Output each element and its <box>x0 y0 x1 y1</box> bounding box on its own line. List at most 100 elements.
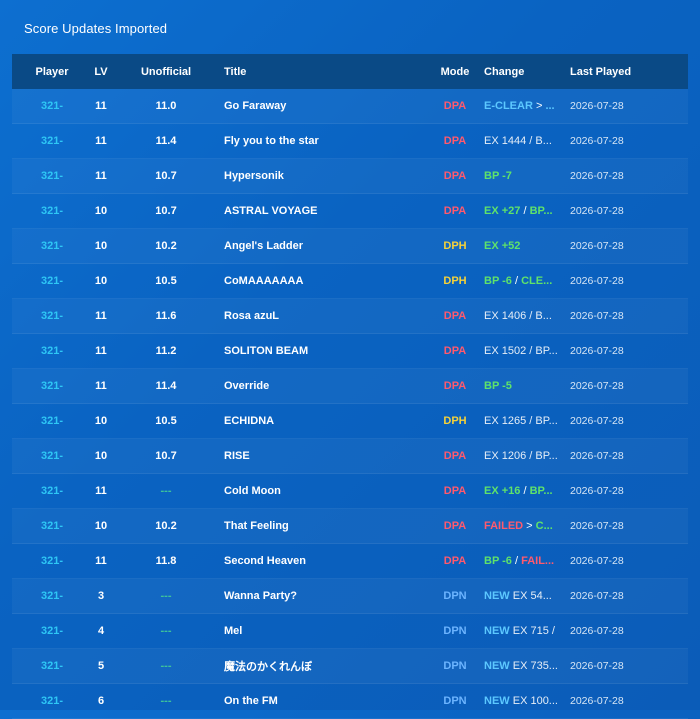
song-title[interactable]: Rosa azuL <box>222 310 434 322</box>
unofficial-level-cell: 10.7 <box>155 170 177 182</box>
change-cell: EX +16 / BP... <box>476 485 562 497</box>
table-row[interactable]: 321- 11 11.0 Go Faraway DPA E-CLEAR > ... 2026… <box>12 89 688 124</box>
table-row[interactable]: 321- 10 10.2 Angel's Ladder DPH EX +52 2026-07… <box>12 229 688 264</box>
song-title[interactable]: That Feeling <box>222 520 434 532</box>
player-link[interactable]: 321- <box>12 590 92 602</box>
change-segment: / <box>520 205 530 217</box>
table-row[interactable]: 321- 10 10.7 RISE DPA EX 1206 / BP... 2026-07-… <box>12 439 688 474</box>
level-cell: 11 <box>95 485 107 497</box>
player-link[interactable]: 321- <box>12 205 92 217</box>
table-row[interactable]: 321- 11 11.4 Fly you to the star DPA EX 1444 … <box>12 124 688 159</box>
change-cell: NEW EX 100... <box>476 695 562 707</box>
song-title[interactable]: Second Heaven <box>222 555 434 567</box>
player-link[interactable]: 321- <box>12 660 92 672</box>
player-link[interactable]: 321- <box>12 345 92 357</box>
unofficial-level-cell: --- <box>160 660 172 672</box>
song-title[interactable]: Go Faraway <box>222 100 434 112</box>
table-row[interactable]: 321- 11 --- Cold Moon DPA EX +16 / BP... 2026-… <box>12 474 688 509</box>
change-segment: > <box>523 520 536 532</box>
table-row[interactable]: 321- 11 10.7 Hypersonik DPA BP -7 2026-07-28 <box>12 159 688 194</box>
player-link[interactable]: 321- <box>12 555 92 567</box>
song-title[interactable]: Mel <box>222 625 434 637</box>
unofficial-level-cell: --- <box>160 625 172 637</box>
change-segment: E-CLEAR <box>484 100 533 112</box>
song-title[interactable]: RISE <box>222 450 434 462</box>
table-row[interactable]: 321- 5 --- 魔法のかくれんぼ DPN NEW EX 735... 2026-07-… <box>12 649 688 684</box>
mode-badge: DPN <box>443 660 467 672</box>
column-header-player[interactable]: Player <box>12 66 92 78</box>
player-link[interactable]: 321- <box>12 695 92 707</box>
player-link[interactable]: 321- <box>12 275 92 287</box>
song-title[interactable]: Fly you to the star <box>222 135 434 147</box>
player-link[interactable]: 321- <box>12 625 92 637</box>
mode-badge: DPA <box>443 205 467 217</box>
level-cell: 3 <box>97 590 105 602</box>
level-cell: 11 <box>95 345 107 357</box>
change-segment: / <box>511 275 522 287</box>
table-row[interactable]: 321- 6 --- On the FM DPN NEW EX 100... 2026-07… <box>12 684 688 719</box>
song-title[interactable]: Angel's Ladder <box>222 240 434 252</box>
player-link[interactable]: 321- <box>12 240 92 252</box>
last-played-date: 2026-07-28 <box>570 555 624 567</box>
change-segment: EX 1406 / B... <box>484 310 552 322</box>
table-row[interactable]: 321- 10 10.5 ECHIDNA DPH EX 1265 / BP... 2026-… <box>12 404 688 439</box>
change-segment: / <box>520 485 530 497</box>
song-title[interactable]: CoMAAAAAAA <box>222 275 434 287</box>
song-title[interactable]: Wanna Party? <box>222 590 434 602</box>
change-segment: BP -7 <box>484 170 512 182</box>
level-cell: 10 <box>94 275 108 287</box>
player-link[interactable]: 321- <box>12 520 92 532</box>
player-link[interactable]: 321- <box>12 310 92 322</box>
player-link[interactable]: 321- <box>12 170 92 182</box>
unofficial-level-cell: 10.5 <box>155 415 177 427</box>
last-played-date: 2026-07-28 <box>570 345 624 357</box>
player-link[interactable]: 321- <box>12 135 92 147</box>
change-segment: EX +27 <box>484 205 521 217</box>
song-title[interactable]: Hypersonik <box>222 170 434 182</box>
column-header-unofficial[interactable]: Unofficial <box>110 66 222 78</box>
song-title[interactable]: Override <box>222 380 434 392</box>
song-title[interactable]: Cold Moon <box>222 485 434 497</box>
level-cell: 5 <box>97 660 105 672</box>
song-title[interactable]: ASTRAL VOYAGE <box>222 205 434 217</box>
table-row[interactable]: 321- 11 11.4 Override DPA BP -5 2026-07-28 <box>12 369 688 404</box>
table-row[interactable]: 321- 10 10.2 That Feeling DPA FAILED > C... 20… <box>12 509 688 544</box>
column-header-title[interactable]: Title <box>222 66 434 78</box>
last-played-date: 2026-07-28 <box>570 695 624 707</box>
change-segment: EX 1502 / BP... <box>484 345 558 357</box>
table-row[interactable]: 321- 3 --- Wanna Party? DPN NEW EX 54... 2026-… <box>12 579 688 614</box>
column-header-lv[interactable]: LV <box>92 66 110 78</box>
song-title[interactable]: ECHIDNA <box>222 415 434 427</box>
song-title[interactable]: SOLITON BEAM <box>222 345 434 357</box>
level-cell: 10 <box>94 415 108 427</box>
table-row[interactable]: 321- 11 11.2 SOLITON BEAM DPA EX 1502 / BP...… <box>12 334 688 369</box>
table-row[interactable]: 321- 10 10.5 CoMAAAAAAA DPH BP -6 / CLE... 202… <box>12 264 688 299</box>
player-link[interactable]: 321- <box>12 380 92 392</box>
last-played-date: 2026-07-28 <box>570 135 624 147</box>
column-header-last-played[interactable]: Last Played <box>562 66 680 78</box>
player-link[interactable]: 321- <box>12 450 92 462</box>
level-cell: 11 <box>95 555 107 567</box>
change-segment: CLE... <box>521 275 553 287</box>
change-segment: C... <box>535 520 553 532</box>
change-cell: EX 1406 / B... <box>476 310 562 322</box>
song-title[interactable]: 魔法のかくれんぼ <box>222 658 434 674</box>
change-cell: EX +27 / BP... <box>476 205 562 217</box>
mode-badge: DPA <box>443 555 467 567</box>
table-row[interactable]: 321- 11 11.6 Rosa azuL DPA EX 1406 / B... 2026… <box>12 299 688 334</box>
table-row[interactable]: 321- 10 10.7 ASTRAL VOYAGE DPA EX +27 / BP...… <box>12 194 688 229</box>
table-row[interactable]: 321- 11 11.8 Second Heaven DPA BP -6 / FAIL..… <box>12 544 688 579</box>
page-title: Score Updates Imported <box>24 21 168 36</box>
level-cell: 10 <box>94 520 108 532</box>
column-header-change[interactable]: Change <box>476 66 562 78</box>
player-link[interactable]: 321- <box>12 100 92 112</box>
table-row[interactable]: 321- 4 --- Mel DPN NEW EX 715 / 2026-07-28 <box>12 614 688 649</box>
column-header-mode[interactable]: Mode <box>434 66 476 78</box>
song-title[interactable]: On the FM <box>222 695 434 707</box>
mode-badge: DPN <box>443 590 467 602</box>
player-link[interactable]: 321- <box>12 485 92 497</box>
player-link[interactable]: 321- <box>12 415 92 427</box>
change-segment: NEW <box>484 625 510 637</box>
change-segment: BP -6 <box>484 275 512 287</box>
mode-badge: DPH <box>443 275 467 287</box>
